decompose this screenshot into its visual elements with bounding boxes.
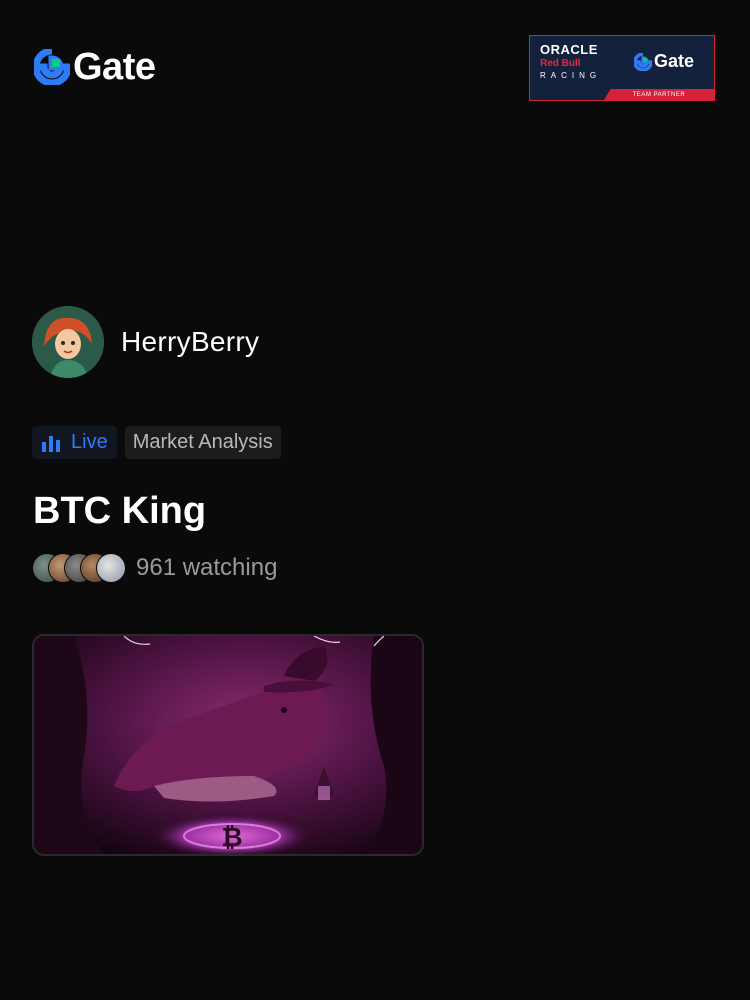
brand-name: Gate <box>73 46 156 88</box>
whale-wizard-bitcoin-artwork: ₿ <box>34 636 422 854</box>
category-label: Market Analysis <box>132 431 273 453</box>
live-badge: Live <box>32 426 117 459</box>
avatar[interactable] <box>32 306 104 378</box>
bar-chart-icon <box>42 435 60 452</box>
svg-text:₿: ₿ <box>221 823 242 853</box>
gate-logo-icon <box>634 52 652 71</box>
stream-thumbnail[interactable]: ₿ <box>32 634 424 856</box>
viewer-count: 961 watching <box>32 553 277 583</box>
team-partner-text: TEAM PARTNER <box>632 91 686 98</box>
redbull-text: Red Bull <box>540 58 581 69</box>
partner-badge: ORACLE Red Bull RACING Gate TEAM PARTNER <box>529 35 715 101</box>
streamer-info[interactable]: HerryBerry <box>32 306 259 378</box>
stream-title: BTC King <box>33 490 207 532</box>
live-label: Live <box>71 431 108 453</box>
oracle-text: ORACLE <box>540 42 598 57</box>
partner-gate-text: Gate <box>654 51 695 71</box>
viewer-avatar <box>96 553 126 583</box>
streamer-name[interactable]: HerryBerry <box>121 326 259 358</box>
team-partner-band: TEAM PARTNER <box>604 89 714 100</box>
category-tag[interactable]: Market Analysis <box>124 426 281 459</box>
avatar-illustration <box>32 306 104 378</box>
viewer-avatars <box>32 553 126 583</box>
gate-logo[interactable]: Gate <box>34 46 156 88</box>
stream-tags: Live Market Analysis <box>32 426 281 459</box>
watching-count: 961 watching <box>136 554 278 581</box>
racing-text: RACING <box>540 71 602 80</box>
partner-gate-logo: Gate <box>634 51 694 72</box>
gate-logo-icon <box>34 49 70 85</box>
